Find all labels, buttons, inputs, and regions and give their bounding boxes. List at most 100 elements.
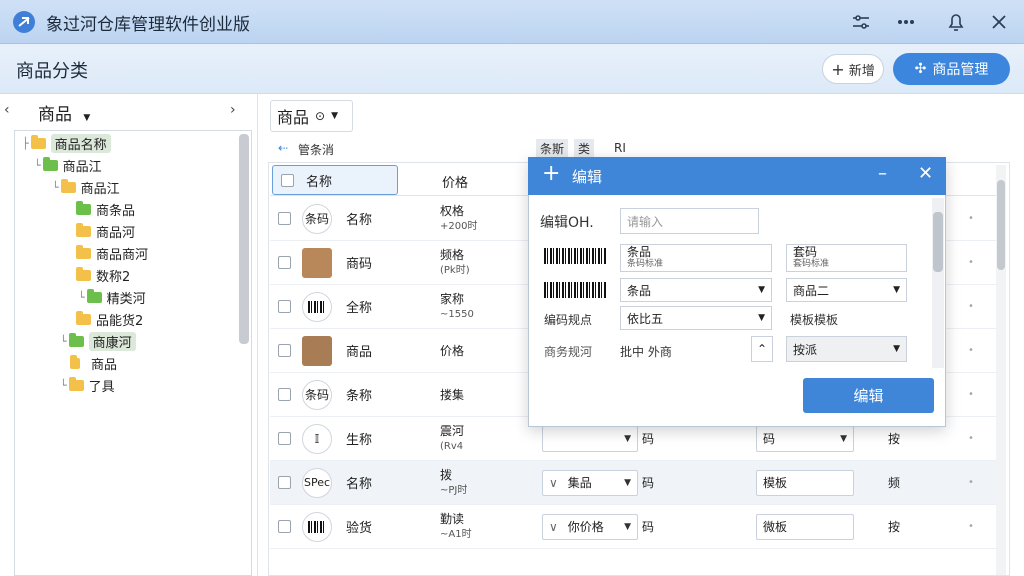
- row-checkbox[interactable]: [278, 300, 291, 313]
- tree-back-icon[interactable]: ‹: [4, 102, 10, 118]
- edit-input[interactable]: 请输入: [620, 208, 759, 234]
- dialog-edit-button[interactable]: 编辑: [803, 378, 934, 413]
- tree-item[interactable]: 商品河: [76, 221, 135, 241]
- product-image: [302, 247, 332, 278]
- row-select-1[interactable]: ∨ 集品 ▼: [542, 469, 638, 496]
- tree-header[interactable]: 商品 ▼: [38, 100, 90, 125]
- product-thumbnail: 条码: [302, 203, 332, 234]
- back-arrow-icon[interactable]: ⇠: [278, 141, 288, 155]
- chevron-up-icon[interactable]: ⌃: [751, 336, 773, 362]
- row-checkbox[interactable]: [278, 212, 291, 225]
- select-all-checkbox[interactable]: [281, 173, 294, 187]
- tree-item[interactable]: ├ 商品名称: [22, 133, 111, 153]
- row-select-1[interactable]: ▼: [542, 425, 638, 452]
- barcode-icon: [544, 282, 606, 298]
- row-select-2[interactable]: 模板: [756, 469, 854, 496]
- business-label: 商务规河: [544, 345, 593, 359]
- row-menu-icon[interactable]: •: [968, 389, 974, 400]
- product-price: 家称 ~1550: [440, 291, 474, 320]
- product-price: 权格 +200时: [440, 203, 478, 232]
- tree-item[interactable]: └ 商品江: [34, 155, 102, 175]
- filter-col-1: 条斯: [536, 139, 569, 158]
- row-menu-icon[interactable]: •: [968, 257, 974, 268]
- tree-item[interactable]: └ 精类河: [78, 287, 146, 307]
- minimize-icon[interactable]: –: [878, 163, 887, 184]
- row-menu-icon[interactable]: •: [968, 433, 974, 444]
- product-thumbnail: 条码: [302, 379, 332, 410]
- tree-item[interactable]: └ 商品江: [52, 177, 120, 197]
- row-checkbox[interactable]: [278, 476, 291, 489]
- more-icon[interactable]: [892, 8, 920, 36]
- row-checkbox[interactable]: [278, 256, 291, 269]
- dialog-close-icon[interactable]: ✕: [918, 163, 933, 184]
- row-status: 按: [888, 432, 901, 446]
- barcode-field-a[interactable]: 条品 条码标准: [620, 244, 772, 272]
- barcode-select-b[interactable]: 商品二 ▼: [786, 278, 907, 302]
- row-checkbox[interactable]: [278, 344, 291, 357]
- barcode-select-a[interactable]: 条品 ▼: [620, 278, 772, 302]
- barcode-field-b[interactable]: 套码 套码标准: [786, 244, 907, 272]
- tree-item[interactable]: 商品: [70, 353, 117, 373]
- dialog-scrollbar-thumb[interactable]: [933, 212, 943, 272]
- row-menu-icon[interactable]: •: [968, 213, 974, 224]
- business-select[interactable]: 按派 ▼: [786, 336, 907, 362]
- row-menu-icon[interactable]: •: [968, 301, 974, 312]
- tree-item[interactable]: 商条品: [76, 199, 135, 219]
- row-menu-icon[interactable]: •: [968, 345, 974, 356]
- table-scrollbar-thumb[interactable]: [997, 180, 1005, 270]
- chevron-down-icon: ▼: [83, 113, 91, 123]
- add-button[interactable]: + 新增: [822, 54, 884, 84]
- close-icon[interactable]: [985, 8, 1013, 36]
- field-label: 编辑OH.: [540, 215, 594, 231]
- page-title: 商品分类: [16, 61, 88, 82]
- encoding-select[interactable]: 依比五 ▼: [620, 306, 772, 330]
- product-image: [302, 335, 332, 366]
- tree-item[interactable]: 商品商河: [76, 243, 148, 263]
- folder-icon: [76, 222, 91, 237]
- name-column-header[interactable]: 名称: [272, 165, 398, 195]
- encoding-label: 编码规点: [544, 313, 593, 327]
- product-name: 全称: [346, 301, 373, 316]
- folder-icon: [68, 332, 84, 347]
- row-select-2[interactable]: 微板: [756, 513, 854, 540]
- chevron-down-icon: ▼: [331, 111, 338, 121]
- folder-icon: [76, 266, 91, 281]
- row-checkbox[interactable]: [278, 432, 291, 445]
- name-column-label: 名称: [306, 174, 333, 190]
- product-price: 频格 (Pk时): [440, 247, 470, 276]
- row-status: 频: [888, 476, 901, 490]
- window-title: 象过河仓库管理软件创业版: [46, 15, 250, 35]
- category-tree: [14, 130, 252, 576]
- row-select-1[interactable]: ∨ 你价格 ▼: [542, 513, 638, 540]
- product-management-button[interactable]: ✣ 商品管理: [893, 53, 1010, 85]
- bell-icon[interactable]: [942, 8, 970, 36]
- row-code: 码: [642, 520, 655, 534]
- tree-item[interactable]: 品能货2: [76, 309, 143, 329]
- row-checkbox[interactable]: [278, 388, 291, 401]
- tree-scrollbar[interactable]: [239, 134, 249, 344]
- tree-forward-icon[interactable]: ›: [230, 102, 236, 118]
- product-name: 名称: [346, 477, 373, 492]
- folder-icon: [76, 200, 91, 215]
- tree-item[interactable]: └ 了具: [60, 375, 115, 395]
- table-row[interactable]: SPec 名称 拨 ~PJ时 ∨ 集品 ▼ 码 模板 频 •: [270, 461, 1006, 505]
- product-price: 震河 (Rv4: [440, 423, 465, 452]
- folder-icon: [76, 244, 91, 259]
- edit-dialog-title: 编辑: [572, 168, 603, 186]
- row-select-2[interactable]: 码 ▼: [756, 425, 854, 452]
- product-price: 价格: [440, 343, 465, 358]
- settings-sliders-icon[interactable]: [847, 8, 875, 36]
- category-select[interactable]: 商品 ⊙ ▼: [270, 100, 353, 132]
- template-label: 模板模板: [790, 313, 839, 327]
- product-name: 商品: [346, 345, 373, 360]
- row-menu-icon[interactable]: •: [968, 477, 974, 488]
- row-menu-icon[interactable]: •: [968, 521, 974, 532]
- tree-item[interactable]: 数称2: [76, 265, 130, 285]
- tree-item[interactable]: └ 商康河: [60, 331, 136, 351]
- add-button-label: 新增: [848, 63, 875, 79]
- table-row[interactable]: 验货 勤读 ~A1时 ∨ 你价格 ▼ 码 微板 按 •: [270, 505, 1006, 549]
- row-checkbox[interactable]: [278, 520, 291, 533]
- product-management-label: 商品管理: [932, 62, 989, 78]
- tree-header-label: 商品: [38, 105, 72, 125]
- product-name: 名称: [346, 213, 373, 228]
